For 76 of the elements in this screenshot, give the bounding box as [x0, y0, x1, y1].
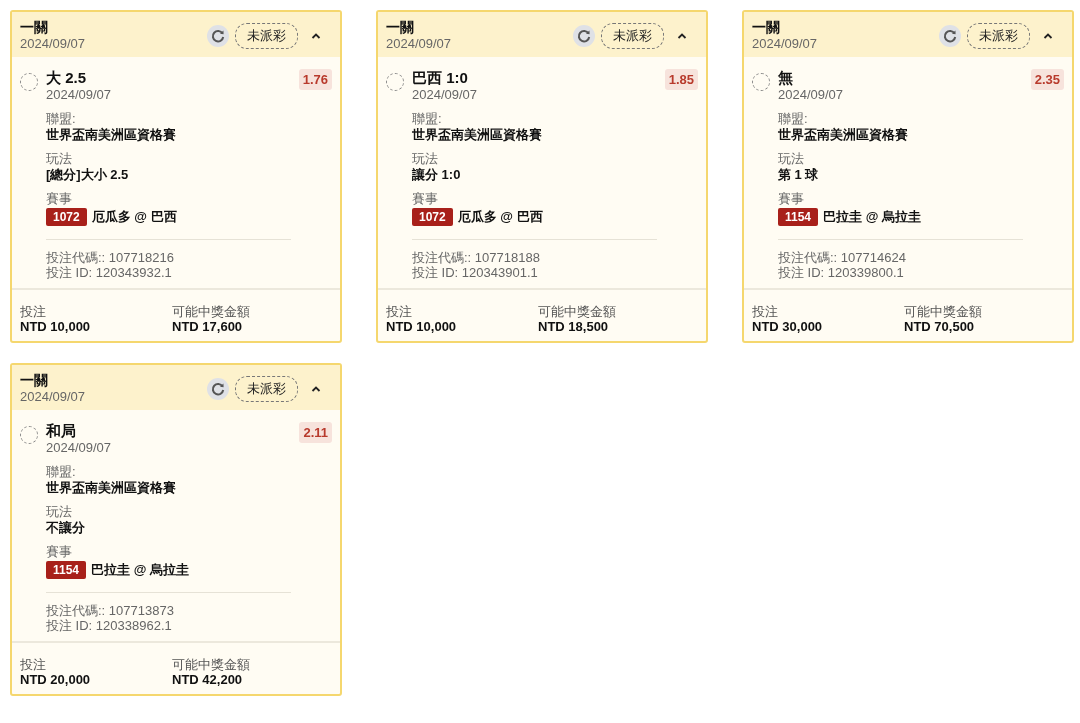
payout-label: 可能中獎金額	[904, 304, 983, 319]
event-code: 1154	[46, 561, 87, 579]
stake-label: 投注	[386, 304, 413, 319]
bet-type: 一關	[20, 372, 49, 389]
league-name: 世界盃南美洲區資格賽	[46, 480, 177, 496]
payout-label: 可能中獎金額	[172, 657, 251, 672]
league-label: 聯盟:	[46, 464, 77, 480]
odds-badge: 1.76	[298, 69, 332, 90]
bet-code: 投注代碼:: 107713873	[46, 603, 175, 618]
market-name: [總分]大小 2.5	[46, 167, 130, 183]
league-name: 世界盃南美洲區資格賽	[778, 127, 909, 143]
payout-label: 可能中獎金額	[172, 304, 251, 319]
event-name: 厄瓜多 @ 巴西	[457, 209, 543, 225]
bet-code: 投注代碼:: 107714624	[778, 250, 907, 265]
refresh-icon[interactable]	[939, 24, 961, 47]
bet-type: 一關	[20, 19, 49, 36]
event-code: 1072	[412, 208, 453, 226]
bet-date: 2024/09/07	[386, 36, 453, 52]
market-name: 第 1 球	[778, 167, 820, 183]
odds-badge: 1.85	[664, 69, 698, 90]
market-name: 讓分 1:0	[412, 167, 462, 183]
event-name: 巴拉圭 @ 烏拉圭	[823, 209, 921, 225]
bet-date: 2024/09/07	[20, 36, 87, 52]
refresh-icon[interactable]	[207, 24, 229, 47]
event-name: 巴拉圭 @ 烏拉圭	[91, 562, 189, 578]
market-label: 玩法	[778, 151, 805, 167]
bet-code: 投注代碼:: 107718216	[46, 250, 175, 265]
bet-date: 2024/09/07	[20, 389, 87, 405]
pick-date: 2024/09/07	[46, 87, 113, 103]
bet-code: 投注代碼:: 107718188	[412, 250, 541, 265]
bet-id: 投注 ID: 120338962.1	[46, 618, 173, 633]
bet-type: 一關	[386, 19, 415, 36]
payout-amount: NTD 17,600	[172, 319, 244, 334]
payout-label: 可能中獎金額	[538, 304, 617, 319]
event-name: 厄瓜多 @ 巴西	[91, 209, 177, 225]
bet-type: 一關	[752, 19, 781, 36]
market-label: 玩法	[412, 151, 439, 167]
odds-badge: 2.35	[1030, 69, 1064, 90]
event-code: 1072	[46, 208, 87, 226]
event-label: 賽事	[412, 191, 439, 207]
event-code: 1154	[778, 208, 819, 226]
bet-pick: 大 2.5	[46, 69, 88, 87]
refresh-icon[interactable]	[207, 377, 229, 400]
league-label: 聯盟:	[778, 111, 809, 127]
pick-date: 2024/09/07	[412, 87, 479, 103]
pick-date: 2024/09/07	[778, 87, 845, 103]
refresh-icon[interactable]	[573, 24, 595, 47]
pick-date: 2024/09/07	[46, 440, 113, 456]
league-label: 聯盟:	[46, 111, 77, 127]
bet-pick: 無	[778, 69, 794, 87]
stake-amount: NTD 30,000	[752, 319, 824, 334]
bet-id: 投注 ID: 120339800.1	[778, 265, 905, 280]
bet-pick: 和局	[46, 422, 77, 440]
payout-amount: NTD 18,500	[538, 319, 610, 334]
payout-amount: NTD 42,200	[172, 672, 244, 687]
bet-id: 投注 ID: 120343901.1	[412, 265, 539, 280]
stake-amount: NTD 10,000	[386, 319, 458, 334]
market-name: 不讓分	[46, 520, 86, 536]
stake-amount: NTD 20,000	[20, 672, 92, 687]
bet-date: 2024/09/07	[752, 36, 819, 52]
league-name: 世界盃南美洲區資格賽	[412, 127, 543, 143]
bet-pick: 巴西 1:0	[412, 69, 469, 87]
stake-label: 投注	[20, 657, 47, 672]
stake-label: 投注	[20, 304, 47, 319]
event-label: 賽事	[46, 191, 73, 207]
event-label: 賽事	[46, 544, 73, 560]
league-label: 聯盟:	[412, 111, 443, 127]
payout-amount: NTD 70,500	[904, 319, 976, 334]
stake-label: 投注	[752, 304, 779, 319]
league-name: 世界盃南美洲區資格賽	[46, 127, 177, 143]
event-label: 賽事	[778, 191, 805, 207]
market-label: 玩法	[46, 504, 73, 520]
market-label: 玩法	[46, 151, 73, 167]
bet-id: 投注 ID: 120343932.1	[46, 265, 173, 280]
odds-badge: 2.11	[299, 422, 332, 443]
stake-amount: NTD 10,000	[20, 319, 92, 334]
